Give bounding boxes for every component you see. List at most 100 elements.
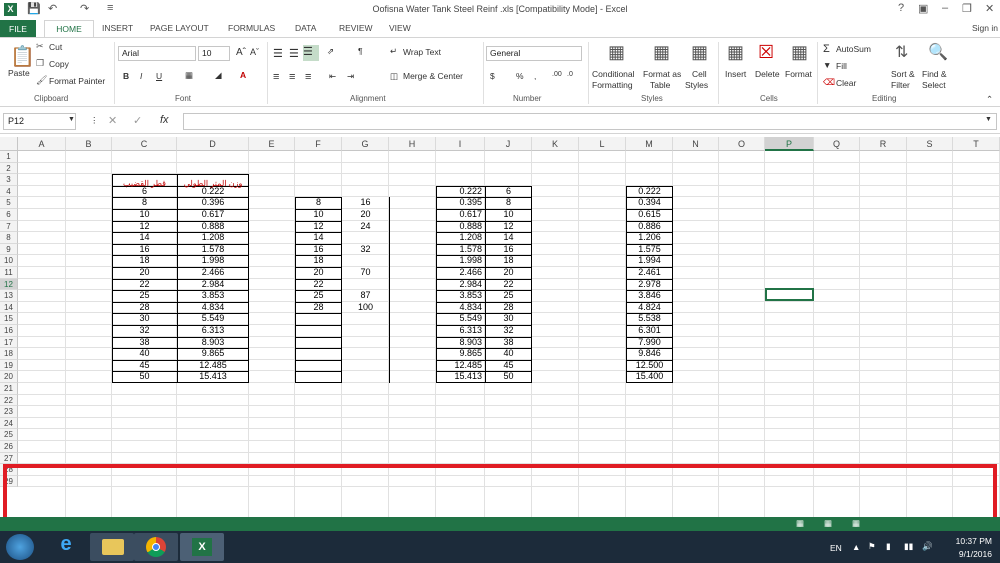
cell-j[interactable]: 28: [485, 302, 532, 314]
cell-m[interactable]: 0.615: [626, 209, 673, 221]
row-header-12[interactable]: 12: [0, 278, 18, 291]
tab-file[interactable]: FILE: [0, 20, 36, 38]
cell-j[interactable]: 25: [485, 290, 532, 302]
cell-d[interactable]: 1.208: [177, 232, 249, 244]
cell-d[interactable]: 8.903: [177, 337, 249, 349]
cell-m[interactable]: 2.461: [626, 267, 673, 279]
cell-f[interactable]: 10: [295, 209, 342, 221]
cell-f[interactable]: 14: [295, 232, 342, 244]
collapse-ribbon-icon[interactable]: ⌃: [986, 94, 993, 105]
cell-d[interactable]: 2.466: [177, 267, 249, 279]
cell-d[interactable]: 5.549: [177, 313, 249, 325]
row-header-18[interactable]: 18: [0, 348, 18, 360]
row-header-24[interactable]: 24: [0, 417, 18, 430]
cell-c[interactable]: 12: [112, 221, 177, 233]
column-header-m[interactable]: M: [626, 137, 673, 151]
cell-m[interactable]: 0.394: [626, 197, 673, 209]
font-color-icon[interactable]: A: [240, 70, 246, 80]
cell-i[interactable]: 2.466: [436, 267, 485, 279]
column-header-e[interactable]: E: [249, 137, 295, 151]
row-header-17[interactable]: 17: [0, 336, 18, 349]
row-header-13[interactable]: 13: [0, 290, 18, 302]
cell-c[interactable]: 45: [112, 360, 177, 372]
cell-c[interactable]: 6: [112, 186, 177, 198]
cell-g[interactable]: 100: [342, 302, 389, 314]
cell-j[interactable]: 38: [485, 337, 532, 349]
cell-f[interactable]: 20: [295, 267, 342, 279]
cell-i[interactable]: 15.413: [436, 371, 485, 383]
column-header-l[interactable]: L: [579, 137, 626, 151]
enter-icon[interactable]: ✓: [133, 114, 142, 127]
row-header-3[interactable]: 3: [0, 174, 18, 186]
cell-i[interactable]: 3.853: [436, 290, 485, 302]
delete-cells-button[interactable]: Delete: [755, 69, 780, 79]
wrap-text-button[interactable]: Wrap Text: [403, 47, 441, 57]
chrome-icon[interactable]: [134, 533, 178, 561]
file-explorer-icon[interactable]: [90, 533, 134, 561]
power-icon[interactable]: ▮: [886, 541, 891, 552]
merge-center-button[interactable]: Merge & Center: [403, 71, 463, 81]
cell-m[interactable]: 0.222: [626, 186, 673, 198]
cell-d[interactable]: 4.834: [177, 302, 249, 314]
cell-i[interactable]: 0.222: [436, 186, 485, 198]
cell-f[interactable]: 16: [295, 244, 342, 256]
cell-g[interactable]: 20: [342, 209, 389, 221]
increase-indent-icon[interactable]: ⇥: [347, 71, 354, 82]
cell-i[interactable]: 6.313: [436, 325, 485, 337]
format-painter-button[interactable]: Format Painter: [49, 76, 105, 86]
paste-button[interactable]: Paste: [8, 68, 30, 78]
selected-cell-p12[interactable]: [765, 288, 814, 301]
cell-d[interactable]: 2.984: [177, 279, 249, 291]
currency-icon[interactable]: $: [490, 71, 495, 81]
cell-styles-button[interactable]: Cell: [692, 69, 707, 79]
cell-i[interactable]: 0.617: [436, 209, 485, 221]
cell-i[interactable]: 1.208: [436, 232, 485, 244]
cell-c[interactable]: 32: [112, 325, 177, 337]
row-header-21[interactable]: 21: [0, 383, 18, 395]
tab-formulas[interactable]: FORMULAS: [228, 23, 275, 33]
cell-c[interactable]: 50: [112, 371, 177, 383]
decrease-indent-icon[interactable]: ⇤: [329, 71, 336, 82]
cell-i[interactable]: 2.984: [436, 279, 485, 291]
row-header-2[interactable]: 2: [0, 162, 18, 175]
cell-d[interactable]: 0.396: [177, 197, 249, 209]
restore-icon[interactable]: ❐: [962, 2, 972, 15]
fill-button[interactable]: Fill: [836, 61, 847, 71]
cell-j[interactable]: 22: [485, 279, 532, 291]
cell-m[interactable]: 1.575: [626, 244, 673, 256]
cell-d[interactable]: 12.485: [177, 360, 249, 372]
row-header-25[interactable]: 25: [0, 429, 18, 441]
cell-j[interactable]: 10: [485, 209, 532, 221]
column-header-o[interactable]: O: [719, 137, 765, 151]
help-icon[interactable]: ?: [898, 2, 904, 14]
increase-font-icon[interactable]: Aˆ: [236, 47, 246, 58]
cell-m[interactable]: 1.206: [626, 232, 673, 244]
align-right-icon[interactable]: ≡: [305, 71, 311, 83]
action-center-icon[interactable]: ⚑: [868, 541, 876, 552]
clock-date[interactable]: 9/1/2016: [959, 549, 992, 559]
page-break-view-icon[interactable]: ▦: [852, 518, 860, 529]
row-header-26[interactable]: 26: [0, 441, 18, 453]
cell-i[interactable]: 8.903: [436, 337, 485, 349]
close-icon[interactable]: ✕: [985, 2, 994, 15]
cell-g[interactable]: 24: [342, 221, 389, 233]
cell-m[interactable]: 7.990: [626, 337, 673, 349]
column-header-c[interactable]: C: [112, 137, 177, 151]
cut-button[interactable]: Cut: [49, 42, 62, 52]
cell-m[interactable]: 15.400: [626, 371, 673, 383]
cell-d[interactable]: 9.865: [177, 348, 249, 360]
cell-m[interactable]: 6.301: [626, 325, 673, 337]
cell-g[interactable]: 70: [342, 267, 389, 279]
cell-d[interactable]: 0.222: [177, 186, 249, 198]
column-header-b[interactable]: B: [66, 137, 112, 151]
cell-g[interactable]: 87: [342, 290, 389, 302]
row-header-7[interactable]: 7: [0, 220, 18, 233]
bold-icon[interactable]: B: [123, 71, 129, 81]
format-as-table-button[interactable]: Format as: [643, 69, 681, 79]
cell-i[interactable]: 0.888: [436, 221, 485, 233]
network-icon[interactable]: ▮▮: [904, 541, 913, 552]
cell-d[interactable]: 3.853: [177, 290, 249, 302]
row-header-16[interactable]: 16: [0, 325, 18, 337]
cell-i[interactable]: 0.395: [436, 197, 485, 209]
cell-j[interactable]: 16: [485, 244, 532, 256]
